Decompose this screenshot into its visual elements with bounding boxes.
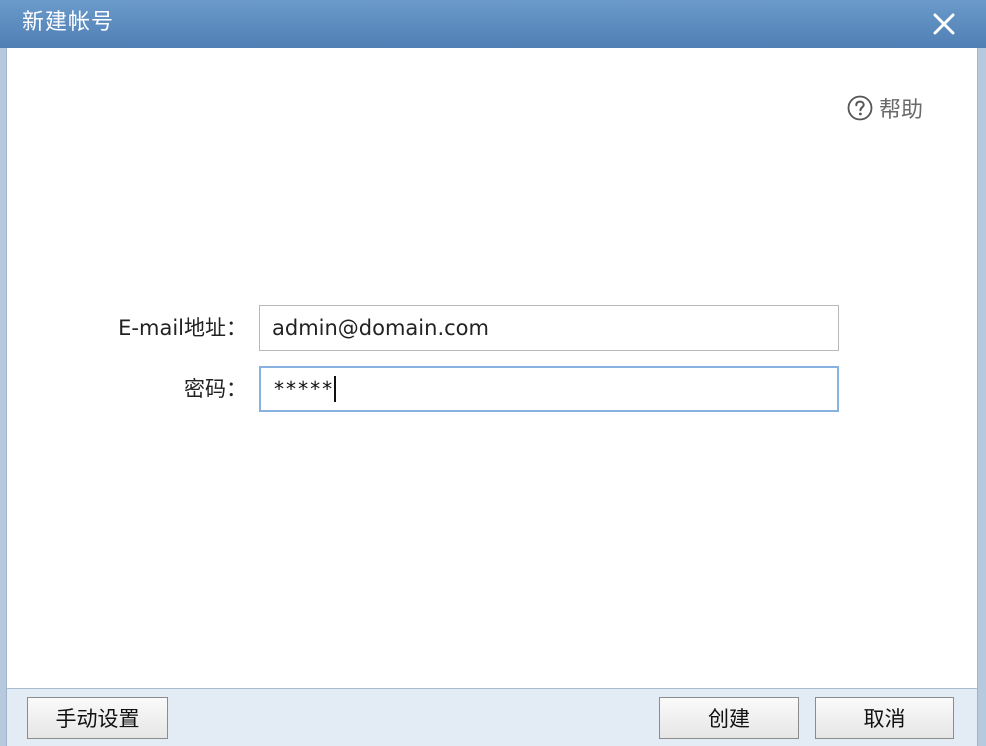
close-button[interactable] (930, 10, 958, 38)
password-field[interactable]: ***** (259, 366, 839, 412)
help-label: 帮助 (878, 98, 923, 123)
password-masked-value: ***** (273, 377, 334, 401)
dialog-body: 帮助 E-mail地址： 密码： ***** (6, 48, 978, 688)
cancel-button[interactable]: 取消 (815, 697, 954, 739)
new-account-dialog: 新建帐号 帮助 E-mail地址： 密码： ***** 手动设置 (0, 0, 986, 746)
password-label: 密码： (184, 377, 247, 401)
dialog-footer: 手动设置 创建 取消 (6, 688, 978, 746)
manual-setup-button[interactable]: 手动设置 (27, 697, 168, 739)
window-title: 新建帐号 (22, 10, 115, 35)
create-button[interactable]: 创建 (659, 697, 799, 739)
title-bar: 新建帐号 (0, 0, 986, 48)
close-icon (933, 13, 955, 35)
email-field[interactable] (259, 305, 839, 351)
text-caret (334, 376, 337, 402)
help-link[interactable]: 帮助 (847, 92, 923, 124)
help-circle-icon (847, 95, 873, 121)
email-label: E-mail地址： (118, 316, 247, 340)
password-row: 密码： ***** (7, 366, 979, 414)
email-row: E-mail地址： (7, 305, 979, 353)
